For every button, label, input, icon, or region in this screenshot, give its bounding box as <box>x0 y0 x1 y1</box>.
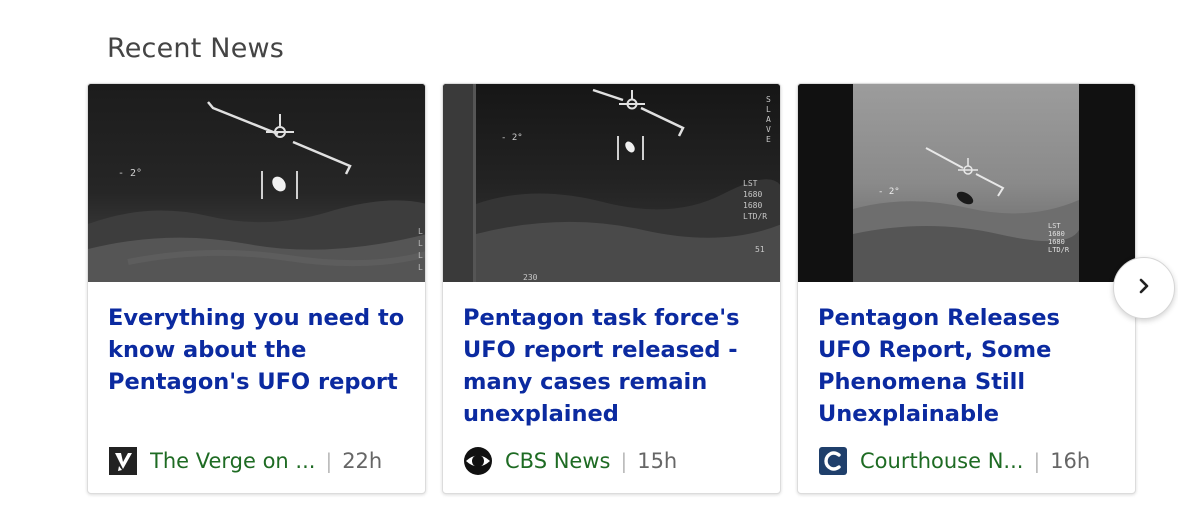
news-headline[interactable]: Pentagon task force's UFO report release… <box>463 302 763 430</box>
verge-logo-icon <box>108 446 138 476</box>
separator: | <box>1033 449 1041 473</box>
news-thumbnail[interactable]: - 2° LST 1680 1680 LTD/R <box>798 84 1135 282</box>
svg-text:230: 230 <box>523 273 538 282</box>
courthouse-news-logo-icon <box>818 446 848 476</box>
news-source-row: Courthouse N... | 16h <box>818 446 1118 476</box>
chevron-right-icon <box>1135 277 1153 300</box>
svg-text:V: V <box>766 125 771 134</box>
news-headline[interactable]: Everything you need to know about the Pe… <box>108 302 408 398</box>
svg-text:LST: LST <box>743 179 758 188</box>
svg-text:LTD/R: LTD/R <box>743 212 767 221</box>
news-source-name[interactable]: Courthouse N... <box>860 449 1023 473</box>
svg-text:1680: 1680 <box>743 201 762 210</box>
svg-text:- 2°: - 2° <box>118 168 142 179</box>
svg-text:LST: LST <box>1048 222 1061 230</box>
svg-text:A: A <box>766 115 771 124</box>
news-timestamp: 15h <box>637 449 678 473</box>
svg-text:- 2°: - 2° <box>878 187 900 197</box>
news-thumbnail[interactable]: - 2° L L L L <box>88 84 425 282</box>
news-card[interactable]: - 2° LST 1680 1680 LTD/R 51 230 S L A V … <box>442 83 781 494</box>
svg-text:L: L <box>766 105 771 114</box>
news-timestamp: 22h <box>342 449 383 473</box>
separator: | <box>620 449 628 473</box>
svg-text:L: L <box>418 227 423 236</box>
news-thumbnail[interactable]: - 2° LST 1680 1680 LTD/R 51 230 S L A V … <box>443 84 780 282</box>
cbs-eye-logo-icon <box>463 446 493 476</box>
news-source-row: CBS News | 15h <box>463 446 763 476</box>
news-source-name[interactable]: CBS News <box>505 449 610 473</box>
section-title: Recent News <box>107 33 285 64</box>
svg-text:1680: 1680 <box>1048 238 1065 246</box>
separator: | <box>325 449 333 473</box>
news-source-name[interactable]: The Verge on ... <box>150 449 315 473</box>
svg-text:LTD/R: LTD/R <box>1048 246 1070 254</box>
news-source-row: The Verge on ... | 22h <box>108 446 408 476</box>
news-headline[interactable]: Pentagon Releases UFO Report, Some Pheno… <box>818 302 1118 430</box>
svg-text:L: L <box>418 263 423 272</box>
svg-text:L: L <box>418 239 423 248</box>
svg-text:S: S <box>766 95 771 104</box>
svg-text:L: L <box>418 251 423 260</box>
news-card[interactable]: - 2° L L L L Everything you need to know… <box>87 83 426 494</box>
svg-text:- 2°: - 2° <box>501 133 523 143</box>
svg-text:1680: 1680 <box>1048 230 1065 238</box>
svg-text:51: 51 <box>755 245 765 254</box>
recent-news-section: Recent News - 2° L L L L Everything you … <box>0 0 1178 512</box>
carousel-next-button[interactable] <box>1113 257 1175 319</box>
svg-text:E: E <box>766 135 771 144</box>
svg-text:1680: 1680 <box>743 190 762 199</box>
news-timestamp: 16h <box>1050 449 1091 473</box>
news-card[interactable]: - 2° LST 1680 1680 LTD/R Pentagon Releas… <box>797 83 1136 494</box>
